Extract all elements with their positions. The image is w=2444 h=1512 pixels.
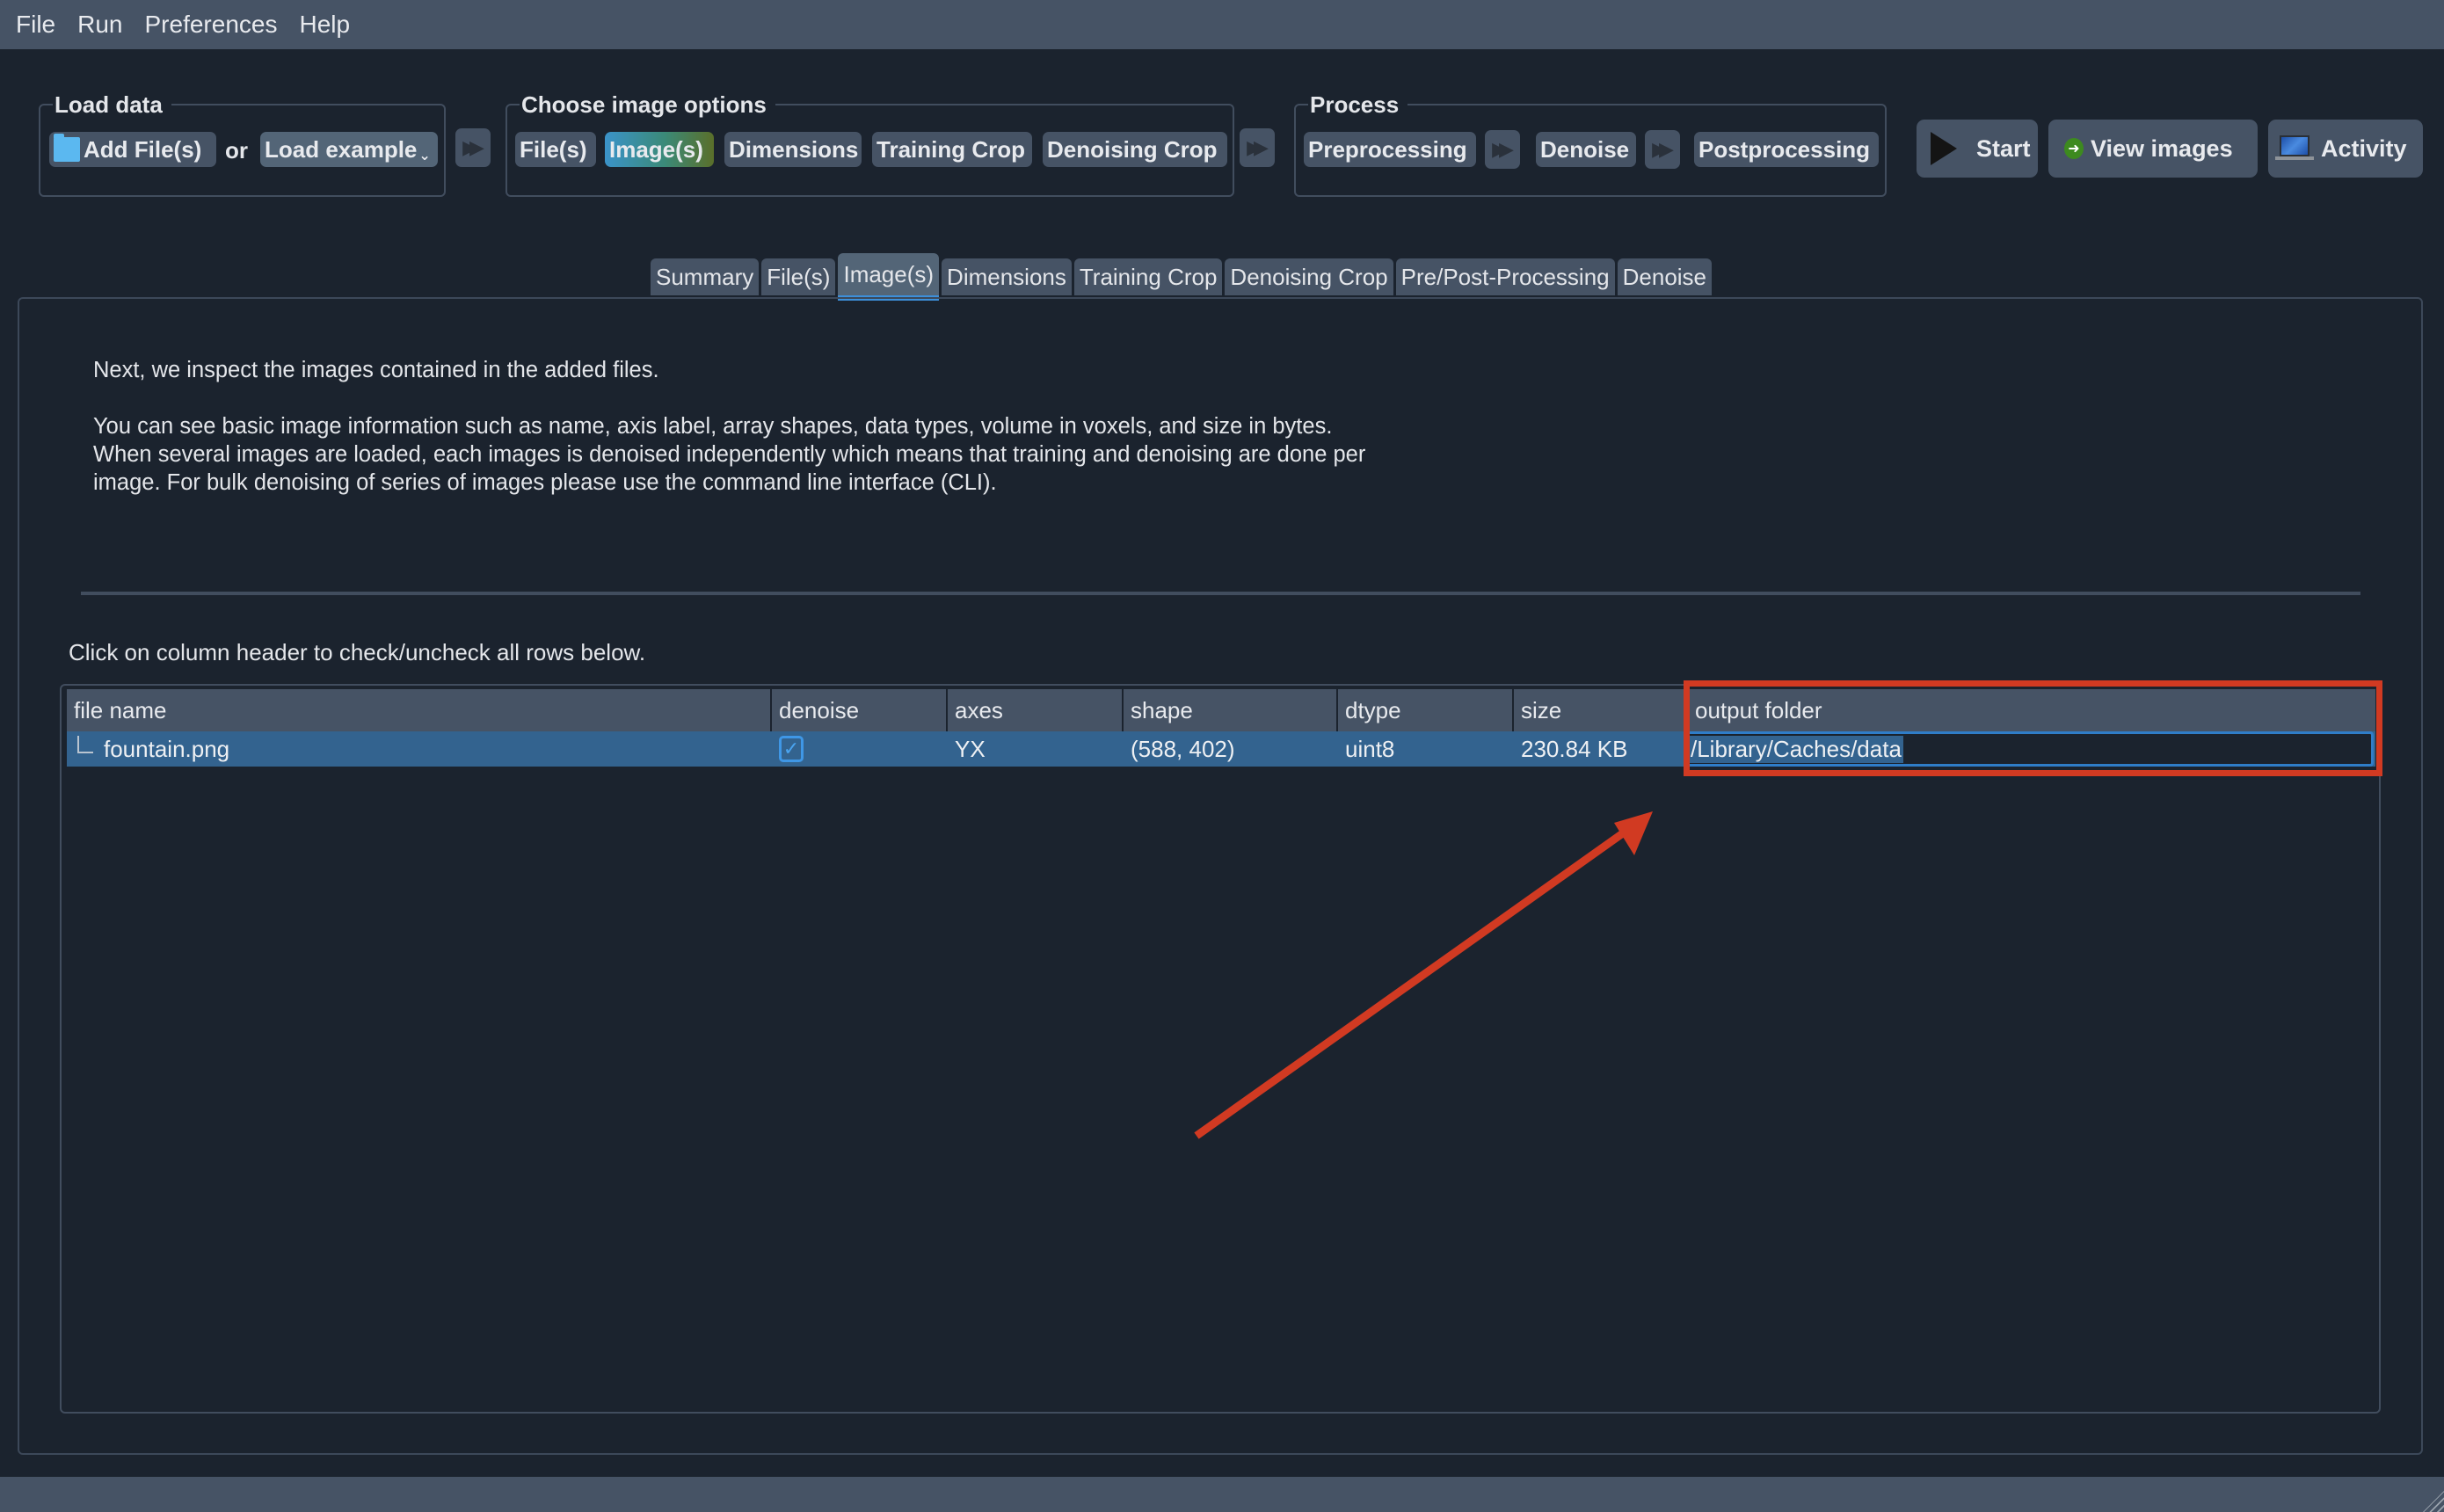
chevron-down-icon: ⌄ <box>418 149 431 164</box>
postprocessing-button[interactable]: Postprocessing <box>1694 132 1879 167</box>
tab-denoise[interactable]: Denoise <box>1617 258 1713 295</box>
column-header-dtype[interactable]: dtype <box>1338 689 1514 731</box>
load-example-label: Load example <box>265 135 418 163</box>
image-options-title: Choose image options <box>520 91 775 119</box>
next-step-icon: ▶▶ <box>1240 128 1275 167</box>
column-header-file-name[interactable]: file name <box>67 689 772 731</box>
activity-button[interactable]: Activity <box>2268 120 2423 178</box>
denoise-checkbox[interactable]: ✓ <box>779 736 804 762</box>
cell-size: 230.84 KB <box>1521 735 1628 762</box>
view-images-button[interactable]: ➜ View images <box>2048 120 2258 178</box>
load-data-title: Load data <box>53 91 171 119</box>
folder-icon <box>54 134 80 162</box>
description: Next, we inspect the images contained in… <box>93 356 1377 525</box>
tree-branch-icon <box>77 736 93 753</box>
resize-grip-icon[interactable] <box>2423 1491 2444 1512</box>
cell-axes: YX <box>955 735 986 762</box>
start-button[interactable]: Start <box>1917 120 2038 178</box>
description-details: You can see basic image information such… <box>93 414 1366 495</box>
tab-files[interactable]: File(s) <box>761 258 836 295</box>
tab-summary[interactable]: Summary <box>651 258 760 295</box>
tab-dimensions[interactable]: Dimensions <box>942 258 1072 295</box>
column-header-output-folder[interactable]: output folder <box>1688 689 2375 731</box>
checkmark-icon: ✓ <box>782 738 800 760</box>
output-folder-input[interactable]: /Library/Caches/data <box>1686 731 2374 767</box>
play-icon <box>1931 132 1957 165</box>
cell-denoise: ✓ <box>772 731 948 767</box>
menu-preferences[interactable]: Preferences <box>145 11 278 39</box>
step-files-button[interactable]: File(s) <box>515 132 596 167</box>
cell-dtype: uint8 <box>1345 735 1395 762</box>
column-header-denoise[interactable]: denoise <box>772 689 948 731</box>
tab-training-crop[interactable]: Training Crop <box>1073 258 1223 295</box>
column-header-shape[interactable]: shape <box>1124 689 1338 731</box>
add-files-button[interactable]: Add File(s) <box>49 132 216 167</box>
menu-file[interactable]: File <box>16 11 55 39</box>
file-name-value: fountain.png <box>104 735 230 762</box>
tab-denoising-crop[interactable]: Denoising Crop <box>1225 258 1393 295</box>
tab-bar: Summary File(s) Image(s) Dimensions Trai… <box>651 253 1714 301</box>
cell-shape: (588, 402) <box>1131 735 1235 762</box>
step-denoising-crop-button[interactable]: Denoising Crop <box>1043 132 1227 167</box>
menu-run[interactable]: Run <box>77 11 122 39</box>
preprocessing-button[interactable]: Preprocessing <box>1304 132 1476 167</box>
step-images-button[interactable]: Image(s) <box>605 132 714 167</box>
step-training-crop-button[interactable]: Training Crop <box>872 132 1032 167</box>
load-example-dropdown[interactable]: Load example ⌄ <box>260 132 438 167</box>
output-folder-value: /Library/Caches/data <box>1689 735 1903 763</box>
next-step-icon: ▶▶ <box>1485 130 1520 169</box>
description-intro: Next, we inspect the images contained in… <box>93 358 659 382</box>
arrow-right-circle-icon: ➜ <box>2064 138 2084 159</box>
view-images-label: View images <box>2091 134 2233 162</box>
or-label: or <box>225 137 248 164</box>
start-label: Start <box>1976 134 2031 162</box>
step-dimensions-button[interactable]: Dimensions <box>724 132 862 167</box>
denoise-button[interactable]: Denoise <box>1536 132 1636 167</box>
menu-bar: File Run Preferences Help <box>0 0 2444 49</box>
cell-file-name: fountain.png <box>67 731 772 767</box>
column-header-size[interactable]: size <box>1514 689 1688 731</box>
next-step-icon: ▶▶ <box>1645 130 1680 169</box>
menu-help[interactable]: Help <box>299 11 350 39</box>
laptop-icon <box>2275 134 2314 164</box>
status-bar <box>0 1477 2444 1512</box>
table-hint: Click on column header to check/uncheck … <box>69 639 646 665</box>
add-files-label: Add File(s) <box>84 135 202 163</box>
tab-pre-post-processing[interactable]: Pre/Post-Processing <box>1395 258 1615 295</box>
section-divider <box>81 592 2360 595</box>
table-header: file name denoise axes shape dtype size … <box>67 689 2375 731</box>
activity-label: Activity <box>2321 134 2407 162</box>
images-table: file name denoise axes shape dtype size … <box>60 684 2381 1414</box>
tab-images[interactable]: Image(s) <box>838 253 940 301</box>
next-step-icon: ▶▶ <box>455 128 491 167</box>
process-title: Process <box>1308 91 1408 119</box>
column-header-axes[interactable]: axes <box>948 689 1124 731</box>
